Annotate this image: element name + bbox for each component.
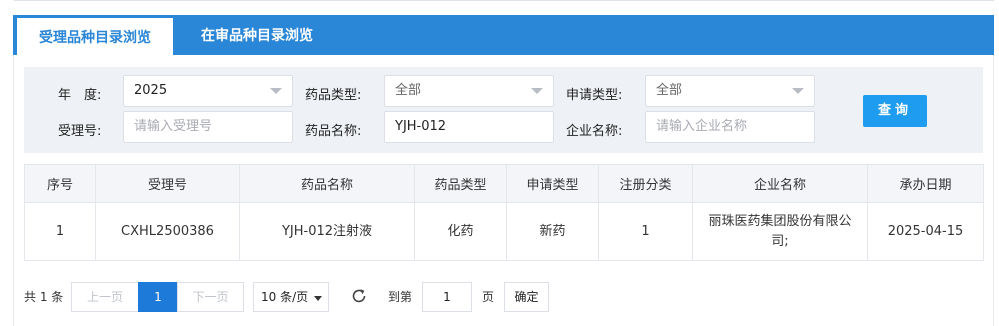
page-unit-label: 页: [482, 290, 495, 304]
year-value: 2025: [134, 83, 168, 98]
next-page-button[interactable]: 下一页: [177, 282, 244, 312]
apply-type-select[interactable]: 全部: [645, 75, 815, 107]
drug-name-label: 药品名称:: [305, 124, 362, 139]
apply-type-value: 全部: [656, 83, 683, 98]
page-size-select[interactable]: 10 条/页: [253, 282, 329, 312]
chevron-down-icon: [531, 88, 543, 94]
table-header-row: 序号 受理号 药品名称 药品类型 申请类型 注册分类 企业名称 承办日期: [24, 164, 984, 203]
chevron-down-icon: [314, 296, 322, 301]
refresh-icon[interactable]: [350, 287, 368, 305]
table-cell: 化药: [414, 202, 507, 261]
column-header: 受理号: [95, 164, 240, 203]
company-label: 企业名称:: [566, 124, 623, 139]
pagination: 共 1 条 上一页 1 下一页 10 条/页 到第 1 页 确定: [24, 282, 984, 312]
drug-type-value: 全部: [395, 83, 422, 98]
table-cell: CXHL2500386: [95, 202, 240, 261]
page-number-current[interactable]: 1: [138, 282, 178, 312]
chevron-down-icon: [792, 88, 804, 94]
table-cell: 1: [598, 202, 693, 261]
accept-no-input[interactable]: 请输入受理号: [123, 111, 293, 143]
drug-type-label: 药品类型:: [305, 88, 362, 103]
column-header: 药品类型: [414, 164, 507, 203]
table-cell: 2025-04-15: [867, 202, 984, 261]
table-cell: 1: [24, 202, 96, 261]
goto-confirm-button[interactable]: 确定: [504, 282, 549, 312]
column-header: 企业名称: [692, 164, 868, 203]
apply-type-label: 申请类型:: [566, 88, 623, 103]
year-label: 年 度:: [58, 88, 102, 103]
total-count: 共 1 条: [24, 290, 64, 304]
prev-page-button[interactable]: 上一页: [71, 282, 139, 312]
table-cell: 新药: [506, 202, 599, 261]
accept-no-label: 受理号:: [58, 124, 102, 139]
table-row[interactable]: 1 CXHL2500386 YJH-012注射液 化药 新药 1 丽珠医药集团股…: [24, 202, 984, 261]
column-header: 承办日期: [867, 164, 984, 203]
column-header: 序号: [24, 164, 96, 203]
company-input[interactable]: 请输入企业名称: [645, 111, 815, 143]
column-header: 注册分类: [598, 164, 693, 203]
column-header: 药品名称: [239, 164, 415, 203]
chevron-down-icon: [270, 88, 282, 94]
results-table: 序号 受理号 药品名称 药品类型 申请类型 注册分类 企业名称 承办日期 1 C…: [24, 164, 984, 261]
drug-type-select[interactable]: 全部: [384, 75, 554, 107]
page-size-value: 10 条/页: [261, 290, 309, 304]
drug-name-input[interactable]: YJH-012: [384, 111, 554, 143]
tab-accepted-catalog[interactable]: 受理品种目录浏览: [17, 18, 173, 55]
tab-under-review-catalog[interactable]: 在审品种目录浏览: [201, 15, 313, 55]
table-cell: 丽珠医药集团股份有限公司;: [692, 202, 868, 261]
column-header: 申请类型: [506, 164, 599, 203]
goto-page-input[interactable]: 1: [422, 282, 472, 312]
goto-label: 到第: [388, 290, 413, 304]
tab-bar: 受理品种目录浏览 在审品种目录浏览: [13, 15, 994, 55]
query-button[interactable]: 查询: [863, 95, 927, 127]
year-select[interactable]: 2025: [123, 75, 293, 107]
top-divider: [14, 0, 994, 1]
table-cell: YJH-012注射液: [239, 202, 415, 261]
